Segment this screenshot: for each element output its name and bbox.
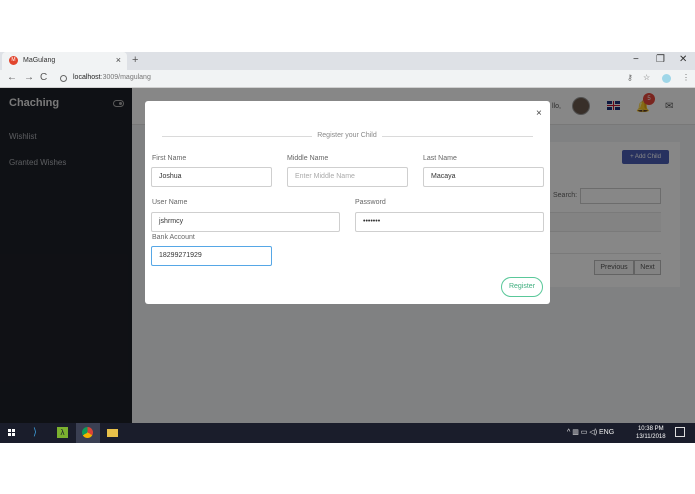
file-explorer-icon[interactable]	[107, 429, 118, 437]
url-path: :3009/magulang	[100, 74, 151, 81]
bank-account-field[interactable]: 18299271929	[151, 246, 272, 266]
windows-start-icon[interactable]	[8, 429, 16, 437]
info-icon[interactable]	[60, 75, 67, 82]
lambda-app-icon[interactable]: λ	[57, 427, 68, 438]
browser-tab[interactable]: M MaGulang ×	[2, 52, 127, 70]
screen: M MaGulang × + − ❐ ✕ ← → C localhost:300…	[0, 0, 695, 494]
password-label: Password	[355, 199, 386, 206]
clock-time: 10:38 PM	[637, 426, 664, 432]
first-name-field[interactable]: Joshua	[151, 167, 272, 187]
star-icon[interactable]: ☆	[643, 73, 650, 82]
bank-account-label: Bank Account	[152, 234, 195, 241]
system-tray-icons[interactable]: ^ ▥ ▭ ◁) ENG	[567, 428, 614, 436]
new-tab-button[interactable]: +	[132, 54, 138, 66]
taskbar-clock[interactable]: 10:38 PM 13/11/2018	[636, 425, 666, 441]
last-name-label: Last Name	[423, 155, 457, 162]
url-field[interactable]: localhost:3009/magulang	[73, 74, 151, 81]
notification-center-icon[interactable]	[675, 427, 685, 437]
restore-button[interactable]: ❐	[656, 54, 665, 65]
forward-arrow-icon[interactable]: →	[24, 72, 34, 83]
username-field[interactable]: jshrmcy	[151, 212, 340, 232]
minimize-button[interactable]: −	[633, 54, 639, 65]
middle-name-field[interactable]: Enter Middle Name	[287, 167, 408, 187]
window-close-button[interactable]: ✕	[679, 54, 687, 65]
clock-date: 13/11/2018	[636, 434, 666, 440]
extension-icon[interactable]	[662, 74, 671, 83]
password-field[interactable]: •••••••	[355, 212, 544, 232]
middle-name-label: Middle Name	[287, 155, 329, 162]
tab-title: MaGulang	[23, 57, 56, 64]
url-host: localhost	[73, 74, 101, 81]
title-divider-left	[162, 136, 312, 137]
key-icon[interactable]: ⚷	[627, 73, 633, 82]
reload-icon[interactable]: C	[40, 72, 47, 83]
register-button[interactable]: Register	[501, 277, 543, 297]
vscode-icon[interactable]: ⟩	[33, 427, 44, 438]
last-name-field[interactable]: Macaya	[423, 167, 544, 187]
username-label: User Name	[152, 199, 188, 206]
modal-title: Register your Child	[317, 132, 377, 139]
language-indicator[interactable]: ENG	[599, 429, 614, 436]
title-divider-right	[382, 136, 533, 137]
modal-close-icon[interactable]: ×	[536, 108, 542, 119]
back-arrow-icon[interactable]: ←	[7, 72, 17, 83]
favicon-icon: M	[9, 56, 18, 65]
first-name-label: First Name	[152, 155, 187, 162]
tab-close-icon[interactable]: ×	[116, 55, 121, 65]
menu-icon[interactable]: ⋮	[682, 73, 690, 82]
chrome-icon[interactable]	[82, 427, 93, 438]
